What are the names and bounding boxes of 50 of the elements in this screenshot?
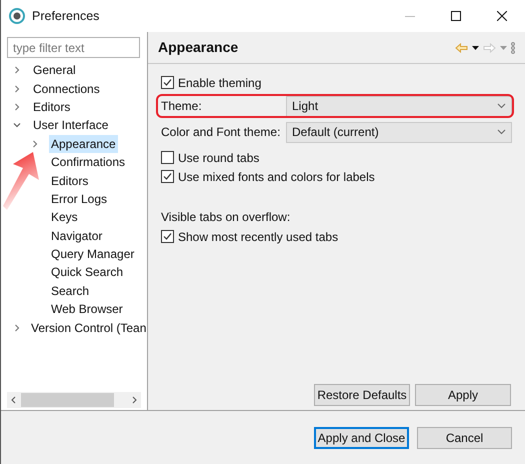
checkbox-label: Enable theming bbox=[178, 74, 262, 92]
tree-item[interactable]: Query Manager bbox=[49, 245, 136, 264]
chevron-right-icon[interactable] bbox=[13, 84, 21, 93]
tree-item[interactable]: Connections bbox=[31, 80, 102, 98]
arrow-drawing bbox=[1, 150, 41, 212]
checkbox-label: Use round tabs bbox=[178, 150, 260, 166]
checkbox-label: Show most recently used tabs bbox=[178, 228, 338, 246]
checkbox[interactable] bbox=[161, 76, 174, 89]
chevron-down-icon[interactable] bbox=[13, 121, 21, 130]
checkbox-label: Use mixed fonts and colors for labels bbox=[178, 168, 375, 186]
page-button[interactable]: Apply bbox=[415, 384, 511, 406]
tree-item[interactable]: User Interface bbox=[31, 116, 110, 134]
tree-item[interactable]: General bbox=[31, 61, 78, 80]
tree-item[interactable]: Keys bbox=[49, 208, 80, 226]
tree-item[interactable]: Version Control (Tean bbox=[29, 318, 148, 337]
tree-item[interactable]: Web Browser bbox=[49, 300, 125, 318]
app-icon bbox=[9, 8, 25, 24]
close-icon[interactable] bbox=[497, 11, 507, 21]
checkbox[interactable] bbox=[161, 170, 174, 183]
more-icon[interactable] bbox=[511, 42, 515, 54]
tree-item[interactable]: Search bbox=[49, 282, 92, 300]
section-label: Visible tabs on overflow: bbox=[161, 209, 292, 226]
tree-item[interactable]: Appearance bbox=[49, 134, 118, 153]
window-title: Preferences bbox=[32, 8, 100, 25]
tree-item[interactable]: Confirmations bbox=[49, 153, 128, 172]
dropdown[interactable]: Light bbox=[286, 96, 512, 116]
chevron-down-icon bbox=[497, 129, 506, 135]
chevron-right-icon[interactable] bbox=[13, 66, 21, 74]
field-label: Theme: bbox=[161, 98, 203, 115]
chevron-right-icon[interactable] bbox=[13, 102, 21, 111]
page-title: Appearance bbox=[158, 38, 238, 57]
dropdown[interactable]: Default (current) bbox=[286, 122, 512, 142]
filter-field[interactable]: type filter text bbox=[7, 37, 140, 58]
tree-item[interactable]: Editors bbox=[31, 98, 72, 116]
dialog-button[interactable]: Cancel bbox=[417, 427, 512, 449]
checkbox[interactable] bbox=[161, 151, 174, 164]
tree-item[interactable]: Navigator bbox=[49, 226, 104, 245]
page-button[interactable]: Restore Defaults bbox=[314, 384, 410, 406]
horizontal-scrollbar[interactable] bbox=[7, 392, 141, 408]
tree-item[interactable]: Editors bbox=[49, 172, 90, 190]
tree-item[interactable]: Error Logs bbox=[49, 190, 110, 208]
dialog-button[interactable]: Apply and Close bbox=[314, 427, 409, 449]
checkbox[interactable] bbox=[161, 230, 174, 243]
tree-item[interactable]: Quick Search bbox=[49, 263, 126, 282]
dropdown-arrow-icon[interactable] bbox=[472, 46, 479, 50]
chevron-down-icon bbox=[497, 103, 506, 109]
chevron-right-icon[interactable] bbox=[13, 324, 21, 332]
field-label: Color and Font theme: bbox=[161, 124, 282, 141]
chevron-right-icon[interactable] bbox=[31, 140, 39, 148]
maximize-icon[interactable] bbox=[451, 11, 461, 21]
